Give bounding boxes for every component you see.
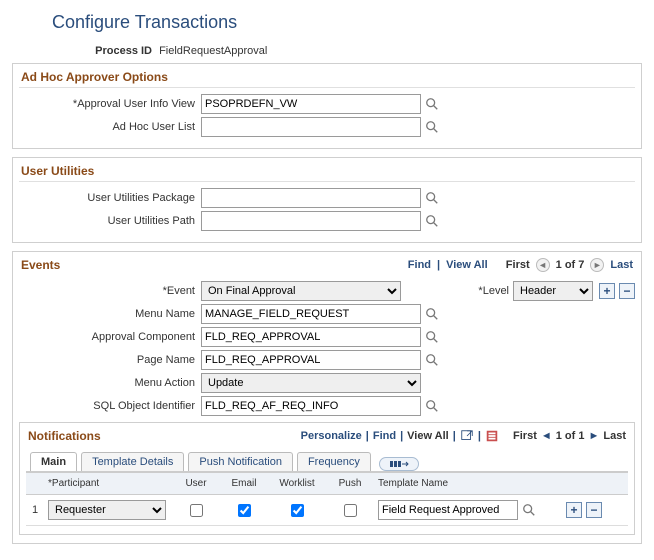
events-title-text: Events — [21, 258, 60, 272]
process-id-label: Process ID — [52, 45, 152, 57]
menu-action-label: Menu Action — [19, 377, 201, 389]
lookup-icon[interactable] — [425, 399, 439, 413]
participant-select[interactable]: Requester — [48, 500, 166, 520]
process-id-row: Process ID FieldRequestApproval — [12, 45, 642, 57]
events-last-link[interactable]: Last — [610, 259, 633, 271]
event-label: Event — [19, 285, 201, 297]
col-worklist: Worklist — [268, 476, 326, 491]
notif-find-link[interactable]: Find — [373, 430, 396, 442]
adhoc-title-text: Ad Hoc Approver Options — [21, 70, 168, 84]
notif-pager-text: 1 of 1 — [556, 430, 585, 442]
row-index: 1 — [26, 502, 44, 518]
events-first-label: First — [506, 259, 530, 271]
notif-grid: Participant User Email Worklist Push Tem… — [26, 472, 628, 526]
approval-component-label: Approval Component — [19, 331, 201, 343]
add-row-button[interactable]: + — [566, 502, 582, 518]
lookup-icon[interactable] — [425, 120, 439, 134]
events-pager-text: 1 of 7 — [556, 259, 585, 271]
level-label: Level — [478, 285, 509, 297]
adhoc-section: Ad Hoc Approver Options Approval User In… — [12, 63, 642, 149]
lookup-icon[interactable] — [425, 191, 439, 205]
grid-header-row: Participant User Email Worklist Push Tem… — [26, 472, 628, 495]
email-checkbox[interactable] — [238, 504, 251, 517]
worklist-checkbox[interactable] — [291, 504, 304, 517]
notif-tabs: Main Template Details Push Notification … — [26, 452, 628, 472]
tab-frequency[interactable]: Frequency — [297, 452, 371, 471]
notifications-title: Notifications Personalize | Find | View … — [26, 427, 628, 446]
level-select[interactable]: Header — [513, 281, 593, 301]
lookup-icon[interactable] — [425, 97, 439, 111]
process-id-value: FieldRequestApproval — [155, 45, 267, 57]
user-utilities-package-input[interactable] — [201, 188, 421, 208]
tab-main[interactable]: Main — [30, 452, 77, 471]
notif-first-label: First — [513, 430, 537, 442]
events-find-link[interactable]: Find — [408, 259, 431, 271]
notif-last-label: Last — [603, 430, 626, 442]
page-name-input[interactable] — [201, 350, 421, 370]
menu-action-select[interactable]: Update — [201, 373, 421, 393]
notifications-title-text: Notifications — [28, 429, 101, 443]
approval-user-info-view-label: Approval User Info View — [19, 98, 201, 110]
lookup-icon[interactable] — [425, 353, 439, 367]
delete-row-button[interactable]: − — [586, 502, 602, 518]
notif-personalize-link[interactable]: Personalize — [301, 430, 362, 442]
events-title: Events Find | View All First ◄ 1 of 7 ► … — [19, 256, 635, 275]
page-title: Configure Transactions — [52, 12, 642, 33]
col-template-name: Template Name — [374, 476, 542, 491]
user-utilities-path-input[interactable] — [201, 211, 421, 231]
push-checkbox[interactable] — [344, 504, 357, 517]
col-email: Email — [220, 476, 268, 491]
user-utilities-package-label: User Utilities Package — [19, 192, 201, 204]
tab-push-notification[interactable]: Push Notification — [188, 452, 293, 471]
grid-row: 1 Requester + − — [26, 495, 628, 525]
menu-name-input[interactable] — [201, 304, 421, 324]
template-name-input[interactable] — [378, 500, 518, 520]
next-icon[interactable]: ► — [588, 430, 599, 442]
notifications-section: Notifications Personalize | Find | View … — [19, 422, 635, 535]
user-utilities-section: User Utilities User Utilities Package Us… — [12, 157, 642, 243]
sql-object-id-label: SQL Object Identifier — [19, 400, 201, 412]
user-utilities-title-text: User Utilities — [21, 164, 94, 178]
lookup-icon[interactable] — [425, 330, 439, 344]
previous-icon[interactable]: ◄ — [536, 258, 550, 272]
lookup-icon[interactable] — [425, 214, 439, 228]
col-push: Push — [326, 476, 374, 491]
show-all-columns-icon[interactable] — [379, 457, 419, 471]
approval-user-info-view-input[interactable] — [201, 94, 421, 114]
sql-object-id-input[interactable] — [201, 396, 421, 416]
user-checkbox[interactable] — [190, 504, 203, 517]
events-view-all-link[interactable]: View All — [446, 259, 488, 271]
zoom-icon[interactable] — [460, 429, 474, 443]
adhoc-user-list-label: Ad Hoc User List — [19, 121, 201, 133]
adhoc-section-title: Ad Hoc Approver Options — [19, 68, 635, 88]
user-utilities-path-label: User Utilities Path — [19, 215, 201, 227]
notif-view-all-text: View All — [407, 430, 449, 442]
col-user: User — [172, 476, 220, 491]
menu-name-label: Menu Name — [19, 308, 201, 320]
add-row-button[interactable]: + — [599, 283, 615, 299]
delete-row-button[interactable]: − — [619, 283, 635, 299]
lookup-icon[interactable] — [425, 307, 439, 321]
events-section: Events Find | View All First ◄ 1 of 7 ► … — [12, 251, 642, 544]
page-name-label: Page Name — [19, 354, 201, 366]
download-icon[interactable] — [485, 429, 499, 443]
previous-icon[interactable]: ◄ — [541, 430, 552, 442]
approval-component-input[interactable] — [201, 327, 421, 347]
tab-template-details[interactable]: Template Details — [81, 452, 184, 471]
event-select[interactable]: On Final Approval — [201, 281, 401, 301]
lookup-icon[interactable] — [522, 503, 536, 517]
user-utilities-title: User Utilities — [19, 162, 635, 182]
adhoc-user-list-input[interactable] — [201, 117, 421, 137]
next-icon[interactable]: ► — [590, 258, 604, 272]
col-participant: Participant — [44, 476, 172, 491]
